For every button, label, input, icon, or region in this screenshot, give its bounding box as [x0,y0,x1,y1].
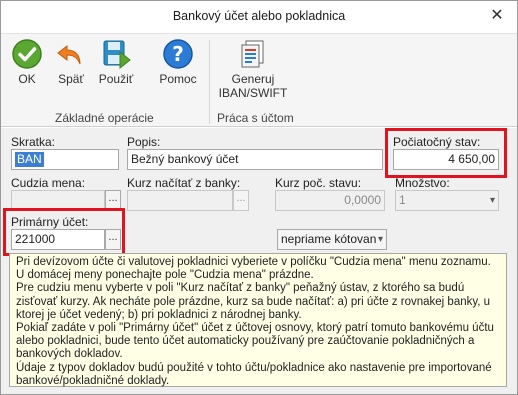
window-title: Bankový účet alebo pokladnica [172,9,346,23]
ribbon: OK Späť Použiť ? Pomoc Generuj IBAN/SWIF… [1,33,517,127]
help-icon: ? [163,39,193,69]
shortcut-value: BAN [15,152,44,167]
chevron-down-icon: ▾ [377,234,383,245]
dialog-window: Bankový účet alebo pokladnica ✕ OK Späť [0,0,518,395]
initial-rate-field[interactable]: 0,0000 [275,190,385,211]
rate-from-bank-field[interactable] [127,190,233,211]
quotation-value: nepriame kótovan [281,232,377,246]
back-button[interactable]: Späť [51,38,91,94]
help-paragraph: Pre cudziu menu vyberte v poli "Kurz nač… [16,282,491,321]
group-label-account: Práca s účtom [217,111,294,125]
ok-label: OK [18,72,36,86]
highlight-box-balance [385,128,507,178]
help-paragraph: Pri devízovom účte či valutovej pokladni… [16,256,491,282]
shortcut-label: Skratka: [11,135,56,149]
initial-rate-label: Kurz poč. stavu: [275,176,362,190]
rate-from-bank-label: Kurz načítať z banky: [127,176,241,190]
highlight-box-primary-account [3,208,125,256]
form-area: Skratka: BAN Popis: Bežný bankový účet P… [1,128,517,394]
use-button[interactable]: Použiť [95,38,137,94]
svg-text:?: ? [172,42,184,66]
chevron-down-icon: ▾ [489,195,495,206]
description-field[interactable]: Bežný bankový účet [127,149,383,170]
help-button[interactable]: ? Pomoc [157,38,199,94]
quotation-select[interactable]: nepriame kótovan ▾ [277,229,387,250]
generate-iban-label-2: IBAN/SWIFT [218,86,288,100]
foreign-currency-label: Cudzia mena: [11,176,86,190]
use-label: Použiť [98,72,134,86]
group-label-basic: Základné operácie [55,111,154,125]
rate-from-bank-browse-button[interactable]: ... [233,190,249,211]
ok-button[interactable]: OK [9,38,45,94]
check-icon [12,39,42,69]
generate-document-icon [241,40,264,68]
help-paragraph: Pokiaľ zadáte v poli "Primárny účet" úče… [16,322,494,361]
help-text-box: Pri devízovom účte či valutovej pokladni… [9,253,507,387]
quantity-select[interactable]: 1 ▾ [395,190,499,211]
shortcut-field[interactable]: BAN [11,149,119,170]
save-icon [103,40,131,70]
help-label: Pomoc [159,72,197,86]
generate-iban-button[interactable]: Generuj IBAN/SWIFT [215,38,291,100]
back-label: Späť [58,72,84,86]
generate-iban-label-1: Generuj [231,72,275,86]
description-label: Popis: [127,135,161,149]
group-separator [209,40,210,124]
close-icon[interactable]: ✕ [487,6,507,26]
quantity-label: Množstvo: [395,176,450,190]
quantity-value: 1 [399,193,406,207]
undo-icon [57,44,81,65]
title-bar: Bankový účet alebo pokladnica ✕ [1,1,517,33]
help-paragraph: Údaje z typov dokladov budú použité v to… [16,361,492,387]
